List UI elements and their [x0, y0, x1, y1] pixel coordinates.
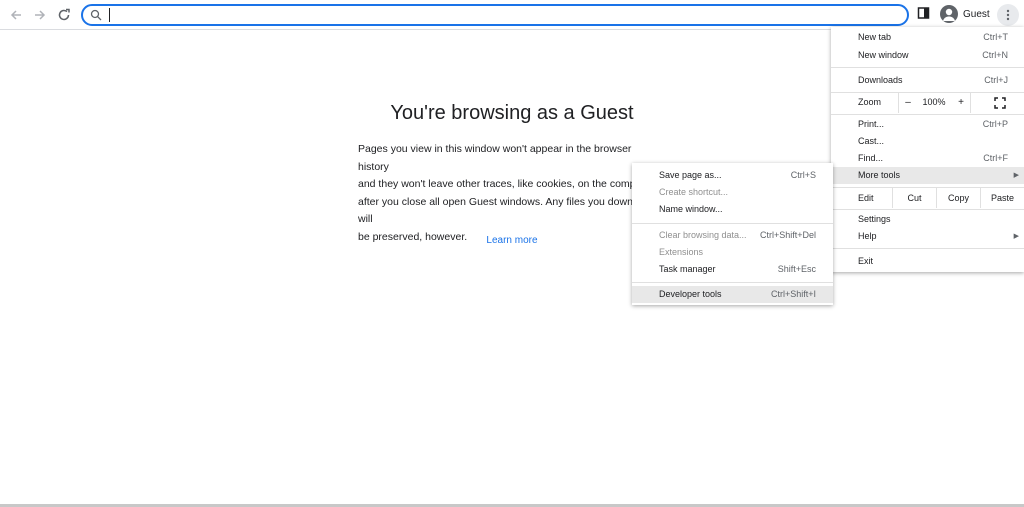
menu-item-label: Create shortcut... [659, 187, 729, 197]
fullscreen-icon[interactable] [994, 97, 1006, 109]
menu-item-find[interactable]: Find... Ctrl+F [831, 150, 1024, 167]
side-panel-icon [917, 7, 930, 19]
menu-divider [831, 67, 1024, 68]
menu-item-label: More tools [858, 170, 901, 180]
menu-item-label: Settings [858, 214, 891, 224]
more-tools-submenu: Save page as... Ctrl+S Create shortcut..… [632, 163, 833, 305]
menu-divider [831, 248, 1024, 249]
menu-item-shortcut: Ctrl+Shift+Del [759, 230, 816, 240]
submenu-item-extensions: Extensions [632, 244, 833, 261]
menu-item-new-tab[interactable]: New tab Ctrl+T [831, 29, 1024, 46]
submenu-item-developer-tools[interactable]: Developer tools Ctrl+Shift+I [632, 286, 833, 303]
profile-avatar[interactable] [940, 5, 958, 23]
menu-item-label: Developer tools [659, 289, 722, 299]
menu-item-print[interactable]: Print... Ctrl+P [831, 116, 1024, 133]
menu-divider [632, 282, 833, 283]
menu-item-label: Save page as... [659, 170, 722, 180]
menu-item-shortcut: Shift+Esc [777, 264, 816, 274]
menu-item-settings[interactable]: Settings [831, 211, 1024, 228]
menu-item-shortcut: Ctrl+T [983, 32, 1008, 42]
menu-item-shortcut: Ctrl+J [984, 75, 1008, 85]
menu-item-label: Extensions [659, 247, 704, 257]
paste-button[interactable]: Paste [980, 188, 1024, 208]
submenu-arrow-icon: ▶ [1013, 233, 1019, 240]
menu-item-shortcut: Ctrl+P [982, 119, 1008, 129]
zoom-label: Zoom [858, 97, 882, 107]
guest-description: Pages you view in this window won't appe… [358, 143, 654, 243]
menu-divider [632, 223, 833, 224]
submenu-item-save-page[interactable]: Save page as... Ctrl+S [632, 167, 833, 184]
cut-button[interactable]: Cut [892, 188, 936, 208]
menu-item-shortcut: Ctrl+N [982, 50, 1008, 60]
menu-item-shortcut: Ctrl+F [983, 153, 1008, 163]
address-input[interactable] [107, 7, 887, 23]
zoom-row: Zoom – 100% + [831, 93, 1024, 113]
menu-item-label: Find... [858, 153, 884, 163]
menu-item-downloads[interactable]: Downloads Ctrl+J [831, 72, 1024, 89]
menu-item-label: New window [858, 50, 909, 60]
back-button[interactable] [6, 5, 26, 25]
menu-item-label: New tab [858, 32, 892, 42]
reload-button[interactable] [54, 5, 74, 25]
learn-more-link[interactable]: Learn more [480, 235, 544, 246]
menu-item-label: Help [858, 231, 877, 241]
submenu-item-task-manager[interactable]: Task manager Shift+Esc [632, 261, 833, 278]
submenu-item-clear-browsing-data: Clear browsing data... Ctrl+Shift+Del [632, 227, 833, 244]
menu-item-more-tools[interactable]: More tools ▶ [831, 167, 1024, 184]
browser-menu: New tab Ctrl+T New window Ctrl+N Downloa… [831, 27, 1024, 272]
page-title: You're browsing as a Guest [390, 102, 634, 124]
edit-label: Edit [858, 193, 874, 203]
zoom-level: 100% [922, 97, 946, 107]
arrow-right-icon [35, 10, 46, 20]
menu-item-label: Print... [858, 119, 885, 129]
menu-item-shortcut: Ctrl+S [790, 170, 816, 180]
search-icon [90, 9, 102, 21]
copy-button[interactable]: Copy [936, 188, 980, 208]
menu-item-label: Downloads [858, 75, 903, 85]
menu-item-label: Cast... [858, 136, 885, 146]
menu-item-label: Exit [858, 256, 874, 266]
address-bar[interactable] [81, 4, 909, 26]
browser-menu-button[interactable] [997, 4, 1019, 26]
three-dots-vertical-icon [1006, 9, 1010, 21]
arrow-left-icon [10, 10, 21, 20]
menu-item-shortcut: Ctrl+Shift+I [770, 289, 816, 299]
zoom-in-button[interactable]: + [951, 93, 971, 113]
profile-label[interactable]: Guest [963, 9, 990, 20]
browser-toolbar: Guest [0, 0, 1024, 30]
menu-item-label: Task manager [659, 264, 716, 274]
forward-button[interactable] [30, 5, 50, 25]
menu-divider [831, 209, 1024, 210]
menu-item-label: Clear browsing data... [659, 230, 747, 240]
menu-item-cast[interactable]: Cast... [831, 133, 1024, 150]
menu-item-help[interactable]: Help ▶ [831, 228, 1024, 245]
submenu-item-name-window[interactable]: Name window... [632, 201, 833, 218]
menu-item-new-window[interactable]: New window Ctrl+N [831, 47, 1024, 64]
zoom-out-button[interactable]: – [898, 93, 918, 113]
menu-item-exit[interactable]: Exit [831, 253, 1024, 270]
edit-row: Edit Cut Copy Paste [831, 188, 1024, 208]
submenu-arrow-icon: ▶ [1013, 172, 1019, 179]
side-panel-button[interactable] [917, 6, 931, 25]
menu-divider [831, 114, 1024, 115]
reload-icon [58, 8, 70, 21]
menu-item-label: Name window... [659, 204, 723, 214]
person-icon [943, 8, 955, 21]
submenu-item-create-shortcut: Create shortcut... [632, 184, 833, 201]
text-caret [109, 8, 110, 22]
